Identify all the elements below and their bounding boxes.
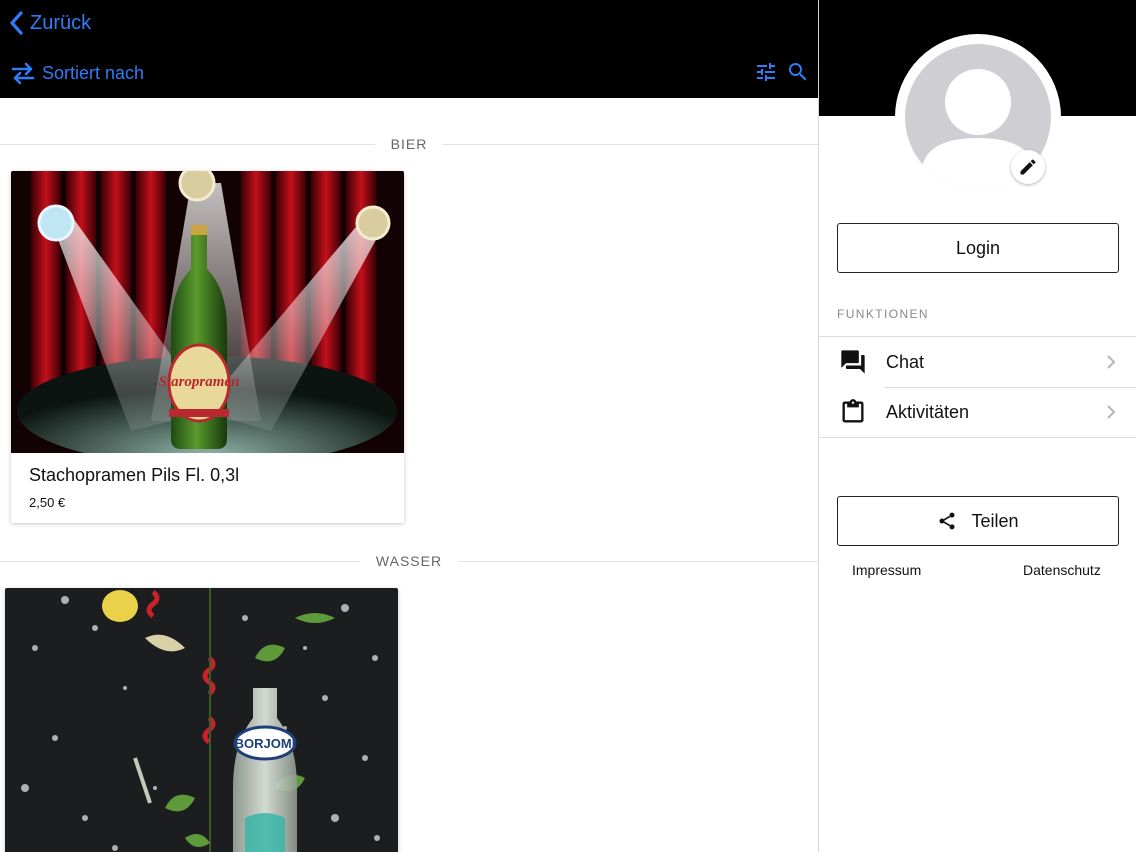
- tune-icon[interactable]: [754, 60, 778, 84]
- chevron-right-icon: [1107, 355, 1116, 369]
- share-button[interactable]: Teilen: [837, 496, 1119, 546]
- chevron-right-icon: [1107, 405, 1116, 419]
- divider: [458, 560, 818, 562]
- product-card[interactable]: BORJOMI: [5, 588, 398, 852]
- sort-button[interactable]: Sortiert nach: [10, 60, 144, 86]
- app-window: Zurück Sortiert nach BIER Staropramen St…: [0, 0, 1136, 852]
- section-label: WASSER: [375, 553, 443, 569]
- share-icon: [939, 512, 955, 530]
- section-header-wasser: WASSER: [0, 551, 818, 571]
- edit-avatar-button[interactable]: [1011, 150, 1045, 184]
- menu-item-label: Aktivitäten: [886, 401, 970, 422]
- sort-label: Sortiert nach: [42, 62, 145, 83]
- beer-label-text: Staropramen: [159, 374, 240, 390]
- swap-arrows-icon: [11, 62, 35, 85]
- login-button[interactable]: Login: [837, 223, 1119, 273]
- chevron-left-icon: [10, 11, 23, 35]
- water-label-text: BORJOMI: [235, 736, 296, 751]
- menu-item-aktivitaeten[interactable]: Aktivitäten: [819, 387, 1136, 437]
- product-price: 2,50 €: [29, 495, 66, 510]
- functions-section-label: FUNKTIONEN: [837, 307, 929, 321]
- divider: [0, 143, 375, 145]
- back-label: Zurück: [30, 11, 92, 34]
- profile-sidebar: Login FUNKTIONEN Chat Aktivitäten Teilen…: [818, 0, 1136, 852]
- datenschutz-link[interactable]: Datenschutz: [1023, 562, 1101, 578]
- water-product-image: BORJOMI: [5, 588, 398, 852]
- section-label: BIER: [390, 136, 428, 152]
- chat-icon: [841, 350, 865, 374]
- back-button[interactable]: Zurück: [8, 10, 91, 36]
- divider: [443, 143, 818, 145]
- pencil-icon: [1020, 159, 1036, 175]
- product-title: Stachopramen Pils Fl. 0,3l: [29, 465, 240, 485]
- share-label: Teilen: [971, 510, 1019, 531]
- product-card[interactable]: Staropramen Stachopramen Pils Fl. 0,3l 2…: [11, 171, 404, 523]
- product-list-pane: Zurück Sortiert nach BIER Staropramen St…: [0, 0, 818, 852]
- beer-product-image: Staropramen: [11, 171, 404, 453]
- functions-menu: Chat Aktivitäten: [819, 336, 1136, 438]
- clipboard-icon: [842, 399, 864, 423]
- top-bar: Zurück Sortiert nach: [0, 0, 818, 98]
- section-header-bier: BIER: [0, 134, 818, 154]
- search-icon[interactable]: [786, 60, 810, 84]
- impressum-link[interactable]: Impressum: [852, 562, 921, 578]
- menu-item-chat[interactable]: Chat: [819, 337, 1136, 387]
- divider: [0, 560, 360, 562]
- menu-item-label: Chat: [886, 351, 925, 372]
